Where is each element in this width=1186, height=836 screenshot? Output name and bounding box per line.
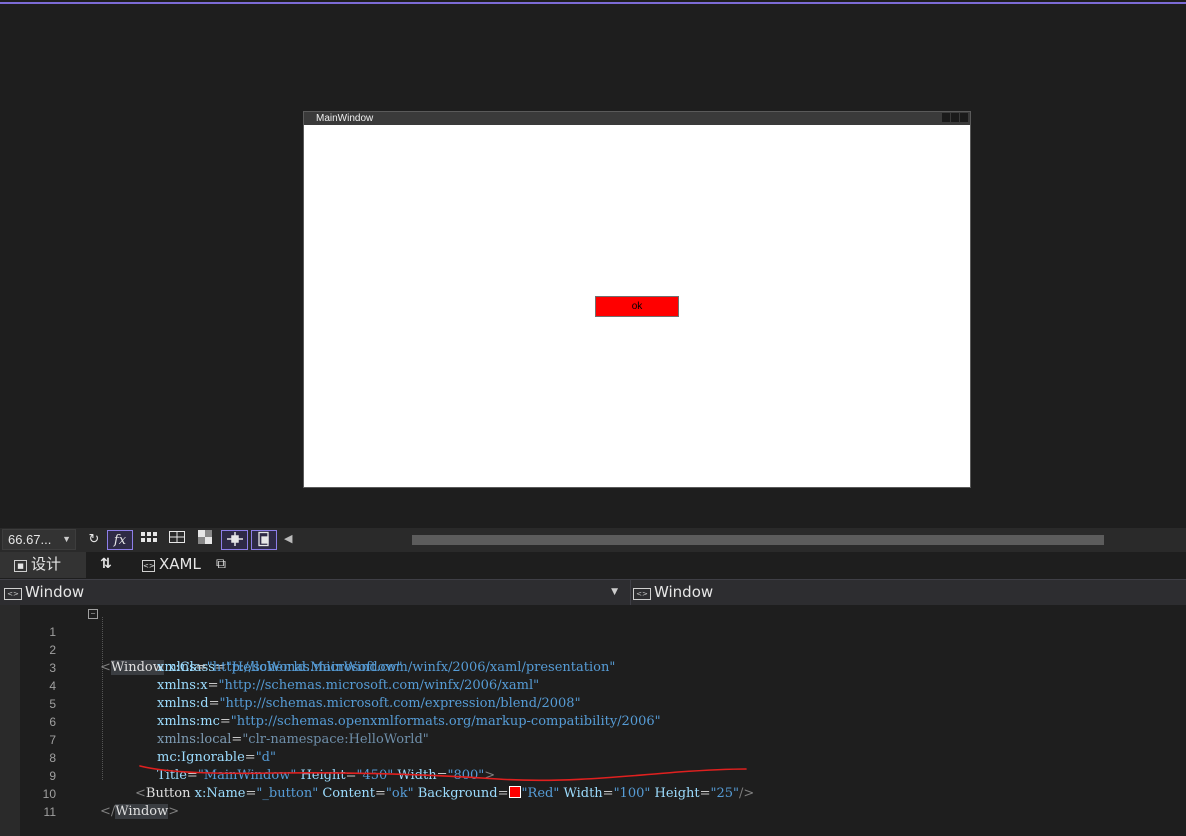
xaml-view-icon: <> xyxy=(142,560,155,572)
line-number: 11 xyxy=(43,805,56,819)
swap-icon: ⇅ xyxy=(100,556,112,572)
close-icon xyxy=(960,113,968,122)
transparency-icon[interactable] xyxy=(196,530,214,550)
preview-window-client[interactable]: ok xyxy=(304,125,970,487)
element-scope-dropdown[interactable]: <> Window ▼ xyxy=(4,580,622,605)
preview-window-title: MainWindow xyxy=(316,113,374,124)
horizontal-scrollbar[interactable] xyxy=(412,535,1104,545)
code-line[interactable]: 11 xyxy=(0,785,1186,819)
swap-panes-button[interactable]: ⇅ xyxy=(92,552,120,578)
device-preview-button[interactable] xyxy=(251,530,277,550)
zoom-dropdown[interactable]: 66.67... ▼ xyxy=(2,529,76,550)
tab-xaml[interactable]: <> XAML xyxy=(142,552,201,578)
code-line[interactable]: 5 xmlns:mc="http://schemas.openxmlformat… xyxy=(0,677,1186,729)
grid-icon[interactable] xyxy=(138,530,160,550)
code-line[interactable]: 8 Title="MainWindow" Height="450" Width=… xyxy=(0,731,1186,783)
design-view-icon: ■ xyxy=(14,560,27,572)
preview-window[interactable]: MainWindow ok xyxy=(303,111,971,488)
scroll-left-icon[interactable]: ◀ xyxy=(284,532,292,545)
maximize-icon xyxy=(951,113,959,122)
code-line[interactable]: 1 − <Window x:Class="HelloWorld.MainWind… xyxy=(0,605,1186,675)
element-scope-value: Window xyxy=(25,583,85,601)
element-member-value: Window xyxy=(654,583,714,601)
view-tab-row: ■ 设计 ⇅ <> XAML ⧉ xyxy=(0,552,1186,578)
code-line[interactable]: 3 xmlns:x="http://schemas.microsoft.com/… xyxy=(0,641,1186,693)
chevron-down-icon: ▼ xyxy=(62,534,71,544)
zoom-value: 66.67... xyxy=(8,532,52,547)
effects-toggle[interactable]: fx xyxy=(107,530,133,550)
designer-toolbar: 66.67... ▼ ↻ fx ◀ xyxy=(0,528,1186,552)
window-controls xyxy=(942,113,968,122)
snap-to-snaplines-button[interactable] xyxy=(221,530,248,550)
fx-icon: fx xyxy=(113,533,127,548)
code-line[interactable]: 7 mc:Ignorable="d" xyxy=(0,713,1186,765)
tab-xaml-label: XAML xyxy=(159,555,201,573)
tag-name: Window xyxy=(115,804,169,819)
ok-button[interactable]: ok xyxy=(595,296,679,317)
code-line[interactable]: 6 xmlns:local="clr-namespace:HelloWorld" xyxy=(0,695,1186,747)
minimize-icon xyxy=(942,113,950,122)
tab-design[interactable]: ■ 设计 xyxy=(0,552,86,578)
snap-grid-icon[interactable] xyxy=(166,530,188,550)
popout-icon: ⧉ xyxy=(216,556,226,572)
tab-design-label: 设计 xyxy=(31,555,62,573)
code-line[interactable]: 2 xmlns="http://schemas.microsoft.com/wi… xyxy=(0,623,1186,675)
element-member-dropdown[interactable]: <> Window xyxy=(630,580,1186,605)
popout-xaml-button[interactable]: ⧉ xyxy=(216,552,226,578)
element-icon: <> xyxy=(633,588,651,600)
red-underline-annotation xyxy=(139,765,747,782)
code-line[interactable]: 4 xmlns:d="http://schemas.microsoft.com/… xyxy=(0,659,1186,711)
element-icon: <> xyxy=(4,588,22,600)
refresh-icon[interactable]: ↻ xyxy=(86,530,102,550)
xaml-navigation-bar: <> Window ▼ <> Window xyxy=(0,579,1186,605)
chevron-down-icon: ▼ xyxy=(611,587,618,597)
collapse-icon[interactable]: − xyxy=(88,609,98,619)
